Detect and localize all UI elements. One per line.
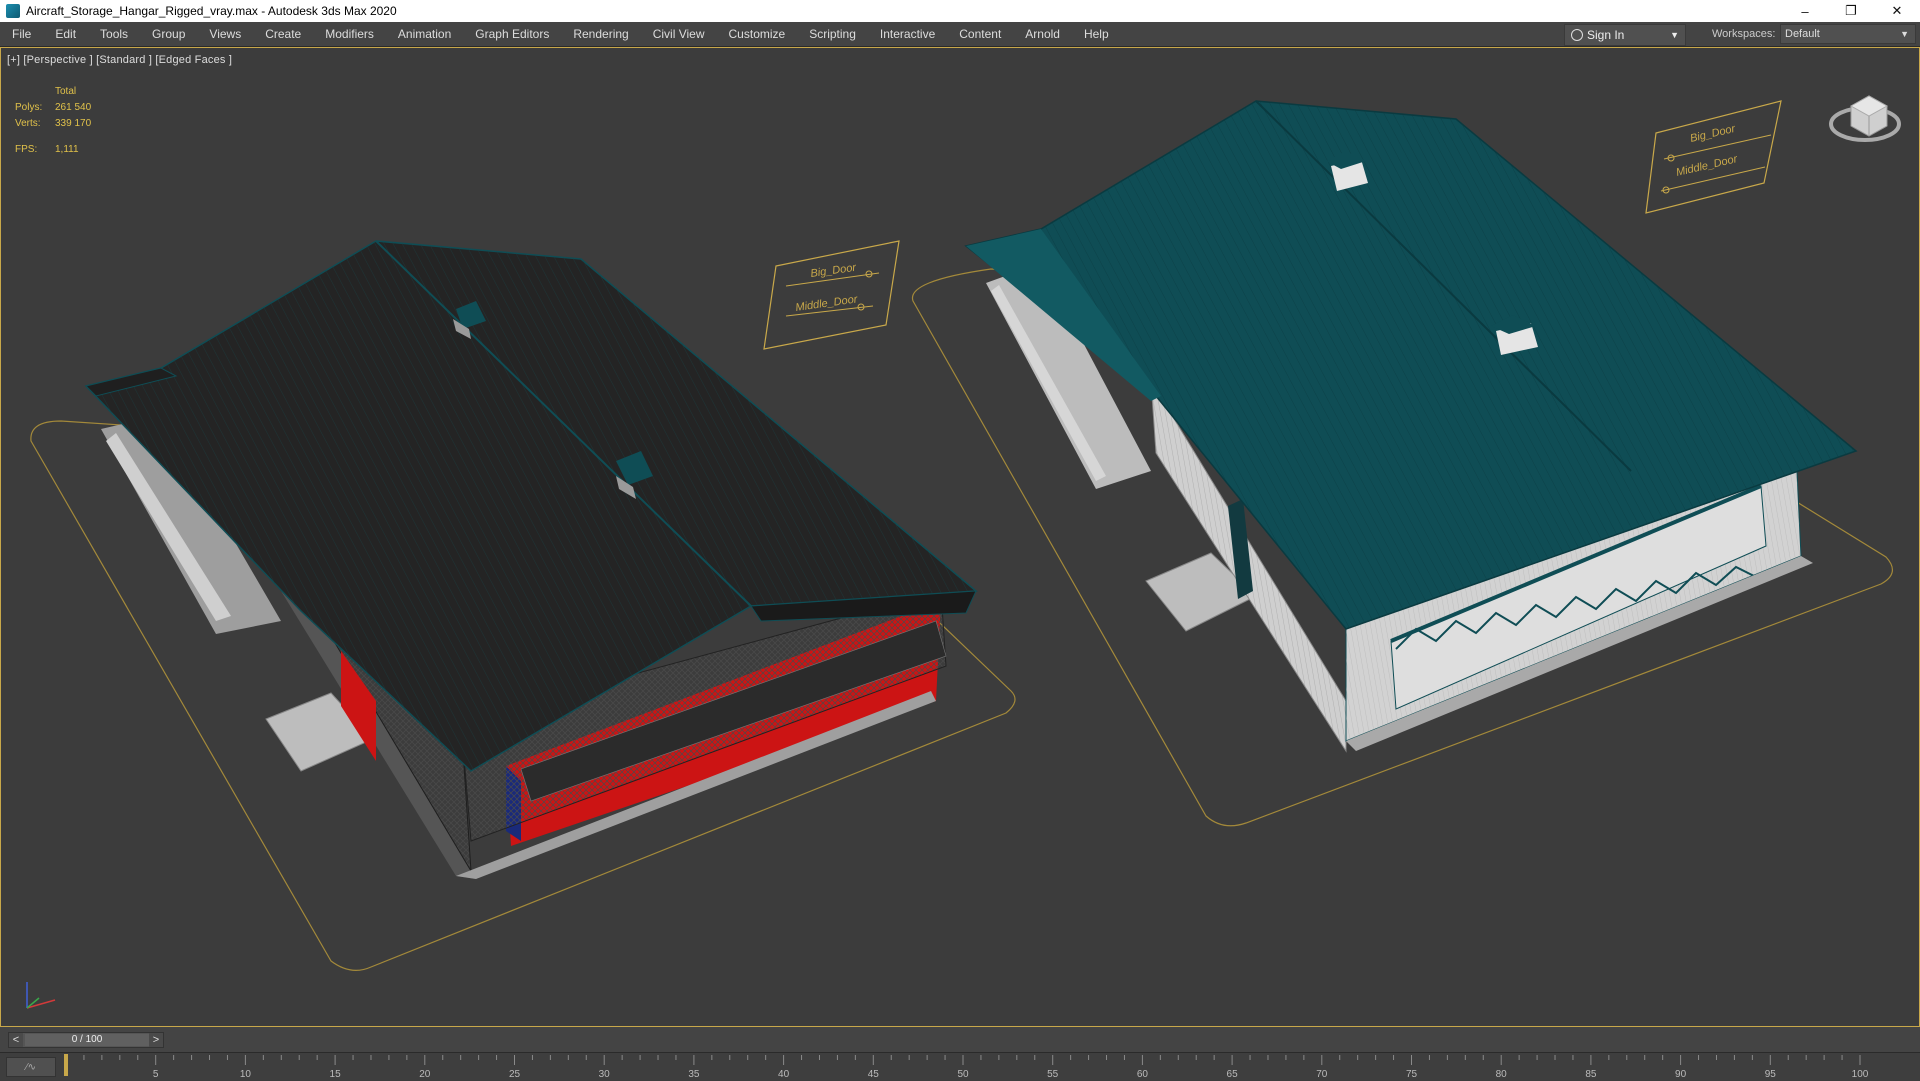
- timeline-tick-label: 95: [1765, 1069, 1777, 1080]
- title-bar: Aircraft_Storage_Hangar_Rigged_vray.max …: [0, 0, 1920, 22]
- scene-statistics: Total Polys: 261 540 Verts: 339 170 FPS: 1,…: [15, 84, 91, 158]
- time-slider-thumb[interactable]: 0 / 100: [25, 1034, 149, 1046]
- stats-header: Total: [55, 86, 77, 97]
- menu-create[interactable]: Create: [253, 22, 313, 46]
- viewcube-icon[interactable]: [1821, 76, 1901, 156]
- workspaces-dropdown[interactable]: Default ▼: [1780, 24, 1916, 44]
- timeline-ruler[interactable]: 5 10 15 20 25 30 35 40 45 50 55 60 65 70 75 80 85 90 95 100: [60, 1053, 1920, 1081]
- next-frame-button[interactable]: >: [149, 1033, 163, 1047]
- timeline-tick-label: 30: [599, 1069, 611, 1080]
- time-slider[interactable]: < 0 / 100 >: [8, 1032, 164, 1048]
- menu-customize[interactable]: Customize: [717, 22, 798, 46]
- timeline-tick-label: 5: [153, 1069, 159, 1080]
- menu-civil-view[interactable]: Civil View: [641, 22, 717, 46]
- menu-edit[interactable]: Edit: [43, 22, 88, 46]
- menu-help[interactable]: Help: [1072, 22, 1121, 46]
- menu-arnold[interactable]: Arnold: [1013, 22, 1072, 46]
- hangar-left[interactable]: [84, 240, 978, 879]
- user-icon: [1571, 29, 1583, 41]
- restore-button[interactable]: ❐: [1828, 0, 1874, 22]
- menu-graph-editors[interactable]: Graph Editors: [463, 22, 561, 46]
- timeline-tick-label: 60: [1137, 1069, 1149, 1080]
- sign-in-dropdown[interactable]: Sign In ▼: [1564, 24, 1686, 46]
- curve-editor-toggle-icon[interactable]: ⁄∿: [6, 1057, 56, 1077]
- window-title: Aircraft_Storage_Hangar_Rigged_vray.max …: [26, 4, 397, 18]
- chevron-down-icon: ▼: [1670, 30, 1679, 40]
- perspective-viewport[interactable]: Big_Door Middle_Door Big_Door Middle_Doo…: [0, 47, 1920, 1027]
- viewport-label-menu[interactable]: [+] [Perspective ] [Standard ] [Edged Fa…: [7, 54, 232, 66]
- hangar-right[interactable]: [964, 100, 1858, 753]
- verts-value: 339 170: [55, 118, 92, 129]
- sign-in-label: Sign In: [1587, 28, 1625, 42]
- timeline-tick-label: 65: [1227, 1069, 1239, 1080]
- menu-scripting[interactable]: Scripting: [797, 22, 868, 46]
- fps-value: 1,111: [55, 144, 79, 155]
- fps-label: FPS:: [15, 144, 38, 155]
- timeline-tick-label: 40: [778, 1069, 790, 1080]
- timeline-tick-label: 55: [1047, 1069, 1059, 1080]
- menu-file[interactable]: File: [0, 22, 43, 46]
- polys-value: 261 540: [55, 102, 92, 113]
- current-frame-marker[interactable]: [64, 1054, 68, 1076]
- menu-tools[interactable]: Tools: [88, 22, 140, 46]
- timeline-tick-label: 90: [1675, 1069, 1687, 1080]
- timeline[interactable]: ⁄∿ 5 10 15 20 25 30 35 40 45 50 55 60 65 70 75 80 85 90 95…: [0, 1052, 1920, 1081]
- menu-modifiers[interactable]: Modifiers: [313, 22, 386, 46]
- verts-label: Verts:: [15, 118, 41, 129]
- timeline-tick-label: 70: [1316, 1069, 1328, 1080]
- menu-views[interactable]: Views: [197, 22, 253, 46]
- axis-tripod-icon: [26, 982, 56, 1009]
- menu-interactive[interactable]: Interactive: [868, 22, 947, 46]
- timeline-tick-label: 75: [1406, 1069, 1418, 1080]
- polys-label: Polys:: [15, 102, 43, 113]
- track-bar: < 0 / 100 > ⁄∿ 5 10 15 20 25 30 35 40 45 50 55 60 65…: [0, 1027, 1920, 1081]
- previous-frame-button[interactable]: <: [9, 1033, 23, 1047]
- timeline-tick-label: 50: [957, 1069, 969, 1080]
- door-controller-right[interactable]: Big_Door Middle_Door: [1645, 100, 1782, 214]
- 3dsmax-app-icon: [6, 4, 20, 18]
- minimize-button[interactable]: –: [1782, 0, 1828, 22]
- timeline-tick-label: 80: [1496, 1069, 1508, 1080]
- menu-rendering[interactable]: Rendering: [561, 22, 640, 46]
- timeline-tick-label: 15: [330, 1069, 342, 1080]
- menu-content[interactable]: Content: [947, 22, 1013, 46]
- timeline-tick-label: 20: [419, 1069, 431, 1080]
- timeline-tick-label: 10: [240, 1069, 252, 1080]
- door-controller-left[interactable]: Big_Door Middle_Door: [763, 240, 900, 350]
- timeline-tick-label: 45: [868, 1069, 880, 1080]
- timeline-tick-label: 85: [1585, 1069, 1597, 1080]
- big-door-label-right: Big_Door: [1689, 123, 1738, 145]
- menu-animation[interactable]: Animation: [386, 22, 463, 46]
- timeline-tick-label: 25: [509, 1069, 521, 1080]
- timeline-tick-label: 35: [688, 1069, 700, 1080]
- menu-group[interactable]: Group: [140, 22, 197, 46]
- close-button[interactable]: ✕: [1874, 0, 1920, 22]
- timeline-tick-label: 100: [1852, 1069, 1869, 1080]
- workspaces-value: Default: [1785, 28, 1820, 40]
- chevron-down-icon: ▼: [1900, 29, 1909, 39]
- workspaces-label: Workspaces:: [1712, 28, 1776, 40]
- window-controls: – ❐ ✕: [1782, 0, 1920, 22]
- scene-render[interactable]: Big_Door Middle_Door Big_Door Middle_Doo…: [1, 48, 1920, 1027]
